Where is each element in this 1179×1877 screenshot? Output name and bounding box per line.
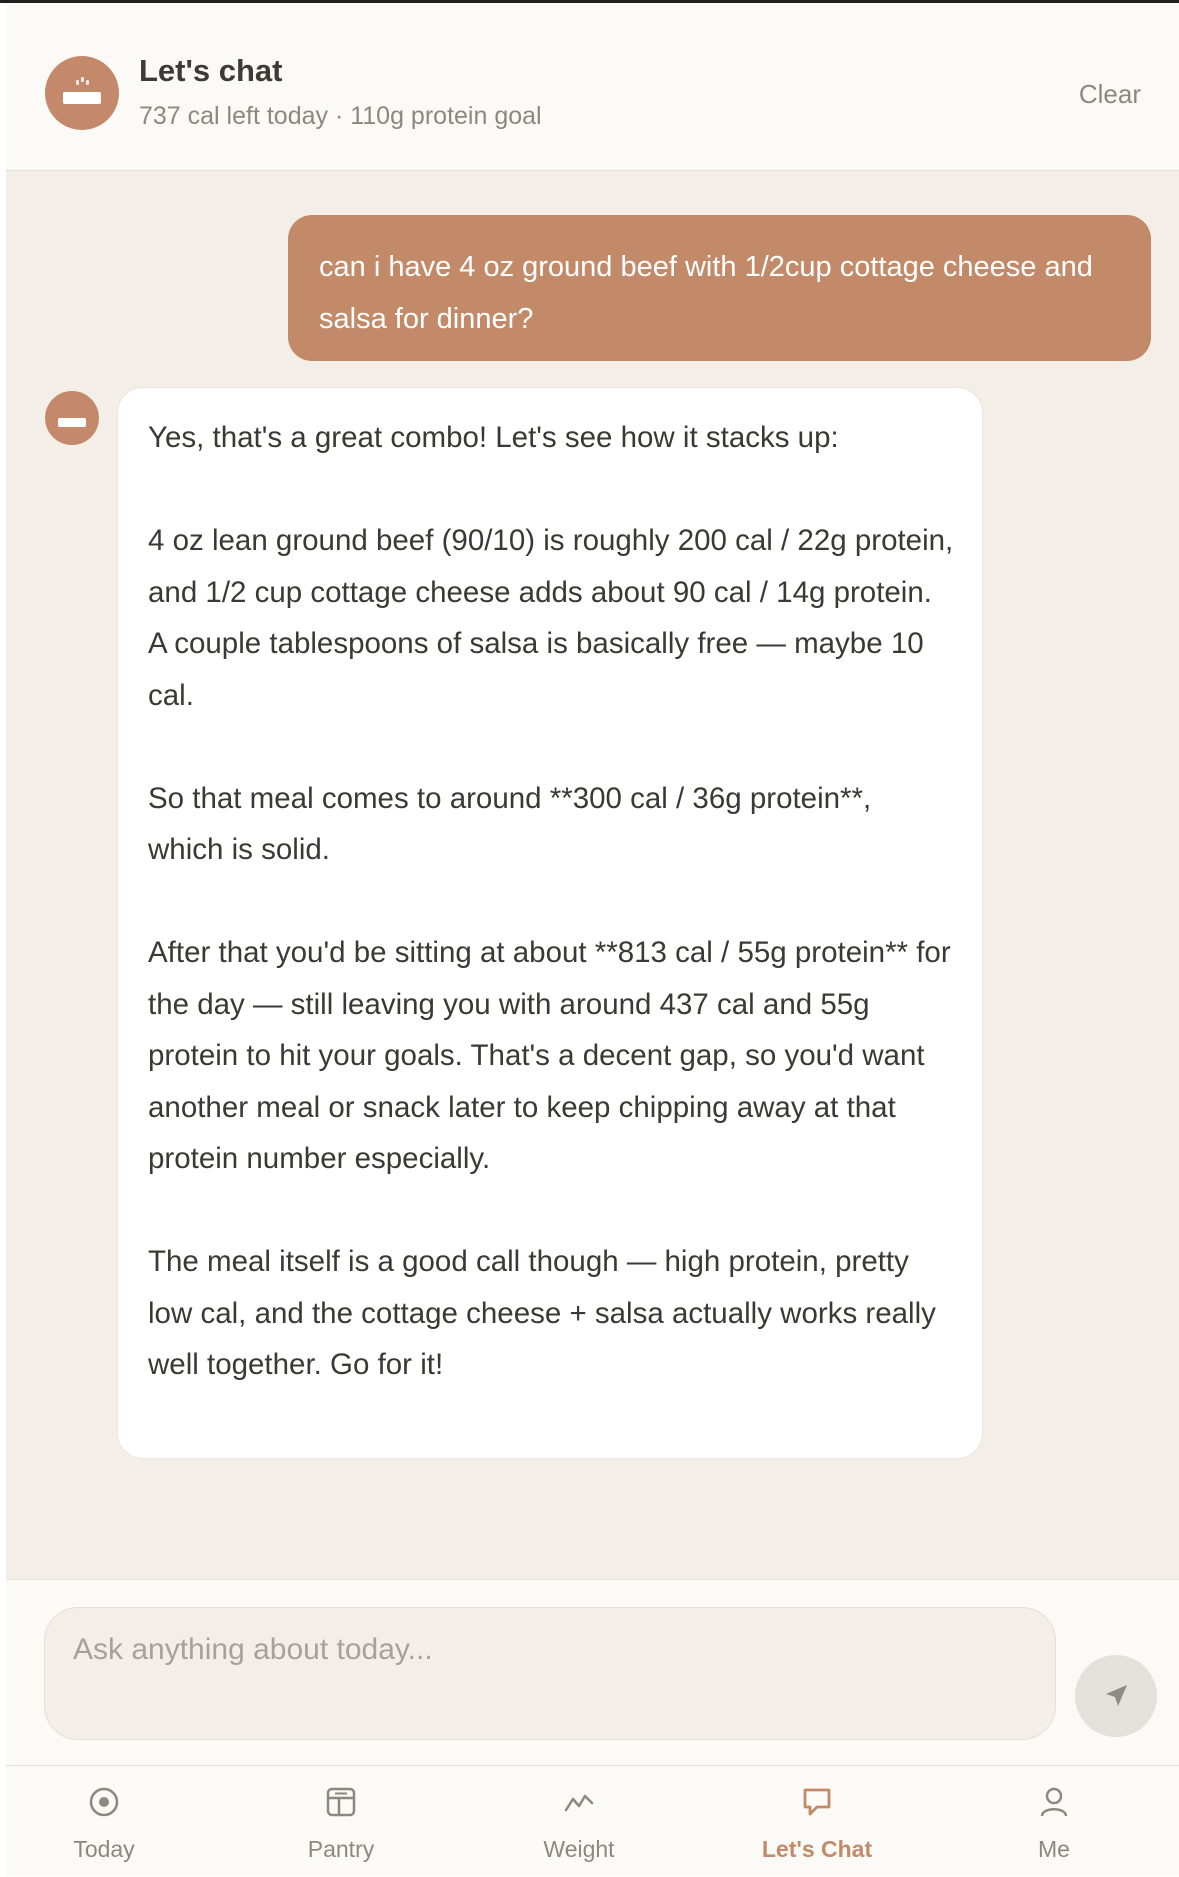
message-input[interactable]: Ask anything about today...: [44, 1607, 1056, 1740]
nav-label: Me: [1038, 1836, 1070, 1862]
daily-summary: 737 cal left today · 110g protein goal: [139, 102, 542, 130]
nav-label: Weight: [543, 1836, 615, 1862]
target-icon: [89, 1787, 119, 1817]
assistant-paragraph: So that meal comes to around **300 cal /…: [148, 781, 872, 867]
assistant-avatar-icon: [45, 391, 99, 445]
user-message: can i have 4 oz ground beef with 1/2cup …: [288, 215, 1151, 361]
assistant-paragraph: The meal itself is a good call though — …: [148, 1245, 936, 1381]
app: Let's chat 737 cal left today · 110g pro…: [6, 3, 1179, 1876]
nav-label: Today: [73, 1836, 135, 1862]
person-icon: [1040, 1787, 1068, 1817]
send-icon: [1106, 1685, 1127, 1706]
assistant-paragraph: 4 oz lean ground beef (90/10) is roughly…: [148, 524, 954, 712]
bottom-nav: Today Pantry Weight Let's Chat Me: [6, 1765, 1179, 1876]
nav-weight[interactable]: Weight: [499, 1766, 659, 1877]
nav-pantry[interactable]: Pantry: [261, 1766, 421, 1877]
assistant-message: Yes, that's a great combo! Let's see how…: [117, 387, 983, 1459]
clear-button[interactable]: Clear: [1079, 79, 1141, 110]
page-title: Let's chat: [139, 53, 283, 88]
trend-icon: [564, 1794, 594, 1812]
nav-today[interactable]: Today: [24, 1766, 184, 1877]
assistant-paragraph: Yes, that's a great combo! Let's see how…: [148, 421, 839, 454]
nav-label: Let's Chat: [761, 1836, 873, 1862]
nav-me[interactable]: Me: [974, 1766, 1134, 1877]
screen: Let's chat 737 cal left today · 110g pro…: [0, 0, 1179, 1876]
chat-header: Let's chat 737 cal left today · 110g pro…: [6, 3, 1179, 171]
bowl-icon: [45, 56, 119, 130]
nav-lets-chat[interactable]: Let's Chat: [737, 1766, 897, 1877]
send-button[interactable]: [1075, 1655, 1157, 1737]
composer: Ask anything about today...: [6, 1579, 1179, 1765]
chat-thread[interactable]: can i have 4 oz ground beef with 1/2cup …: [6, 171, 1179, 1579]
pantry-icon: [326, 1787, 356, 1817]
chat-bubble-icon: [803, 1788, 831, 1816]
nav-label: Pantry: [307, 1836, 375, 1862]
assistant-paragraph: After that you'd be sitting at about **8…: [148, 936, 951, 1175]
